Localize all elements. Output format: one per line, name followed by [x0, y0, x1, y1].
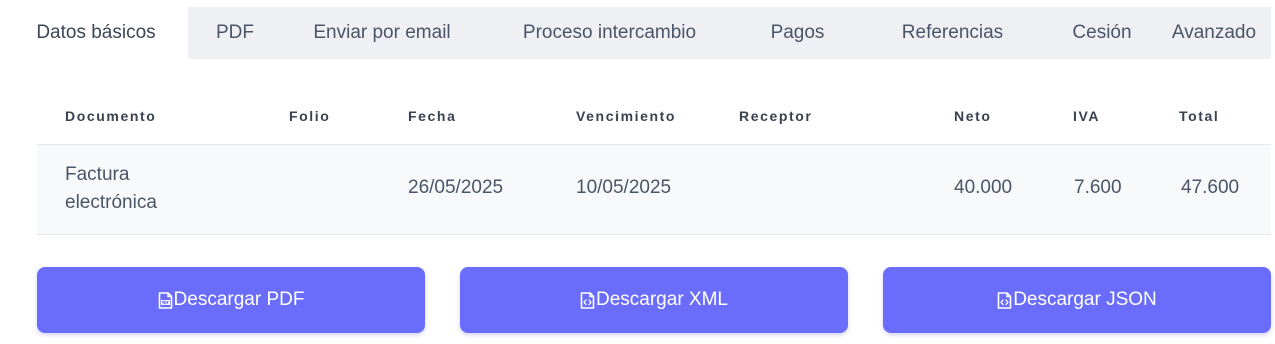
table-header: Documento Folio Fecha Vencimiento Recept… [37, 88, 1271, 145]
download-xml-label: Descargar XML [596, 289, 728, 310]
tab-pagos[interactable]: Pagos [737, 7, 858, 59]
tab-bar: Datos básicos PDF Enviar por email Proce… [4, 7, 1271, 59]
cell-iva: 7.600 [1074, 177, 1122, 198]
download-xml-button[interactable]: Descargar XML [460, 267, 848, 333]
header-total: Total [1179, 108, 1220, 124]
file-code-icon [997, 291, 1012, 309]
download-pdf-button[interactable]: Descargar PDF [37, 267, 425, 333]
file-pdf-icon [158, 291, 173, 309]
header-receptor: Receptor [739, 108, 813, 124]
tab-proceso-intercambio[interactable]: Proceso intercambio [482, 7, 737, 59]
tab-enviar-por-email[interactable]: Enviar por email [282, 7, 482, 59]
header-documento: Documento [65, 108, 157, 124]
tab-datos-basicos[interactable]: Datos básicos [4, 7, 188, 59]
tab-pdf[interactable]: PDF [188, 7, 282, 59]
tab-referencias[interactable]: Referencias [858, 7, 1047, 59]
header-neto: Neto [954, 108, 992, 124]
cell-fecha: 26/05/2025 [408, 177, 504, 198]
cell-neto: 40.000 [954, 177, 1013, 198]
header-iva: IVA [1073, 108, 1101, 124]
header-folio: Folio [289, 108, 331, 124]
file-code-icon [580, 291, 595, 309]
table-row: Factura electrónica 26/05/2025 10/05/202… [37, 145, 1271, 235]
header-fecha: Fecha [408, 108, 457, 124]
cell-vencimiento: 10/05/2025 [576, 177, 672, 198]
document-table: Documento Folio Fecha Vencimiento Recept… [37, 88, 1271, 235]
cell-documento: Factura electrónica [65, 164, 157, 213]
download-pdf-label: Descargar PDF [173, 289, 305, 310]
download-json-button[interactable]: Descargar JSON [883, 267, 1271, 333]
header-vencimiento: Vencimiento [576, 108, 677, 124]
tab-avanzado[interactable]: Avanzado [1157, 7, 1271, 59]
tab-cesion[interactable]: Cesión [1047, 7, 1157, 59]
cell-total: 47.600 [1181, 177, 1240, 198]
download-json-label: Descargar JSON [1013, 289, 1157, 310]
